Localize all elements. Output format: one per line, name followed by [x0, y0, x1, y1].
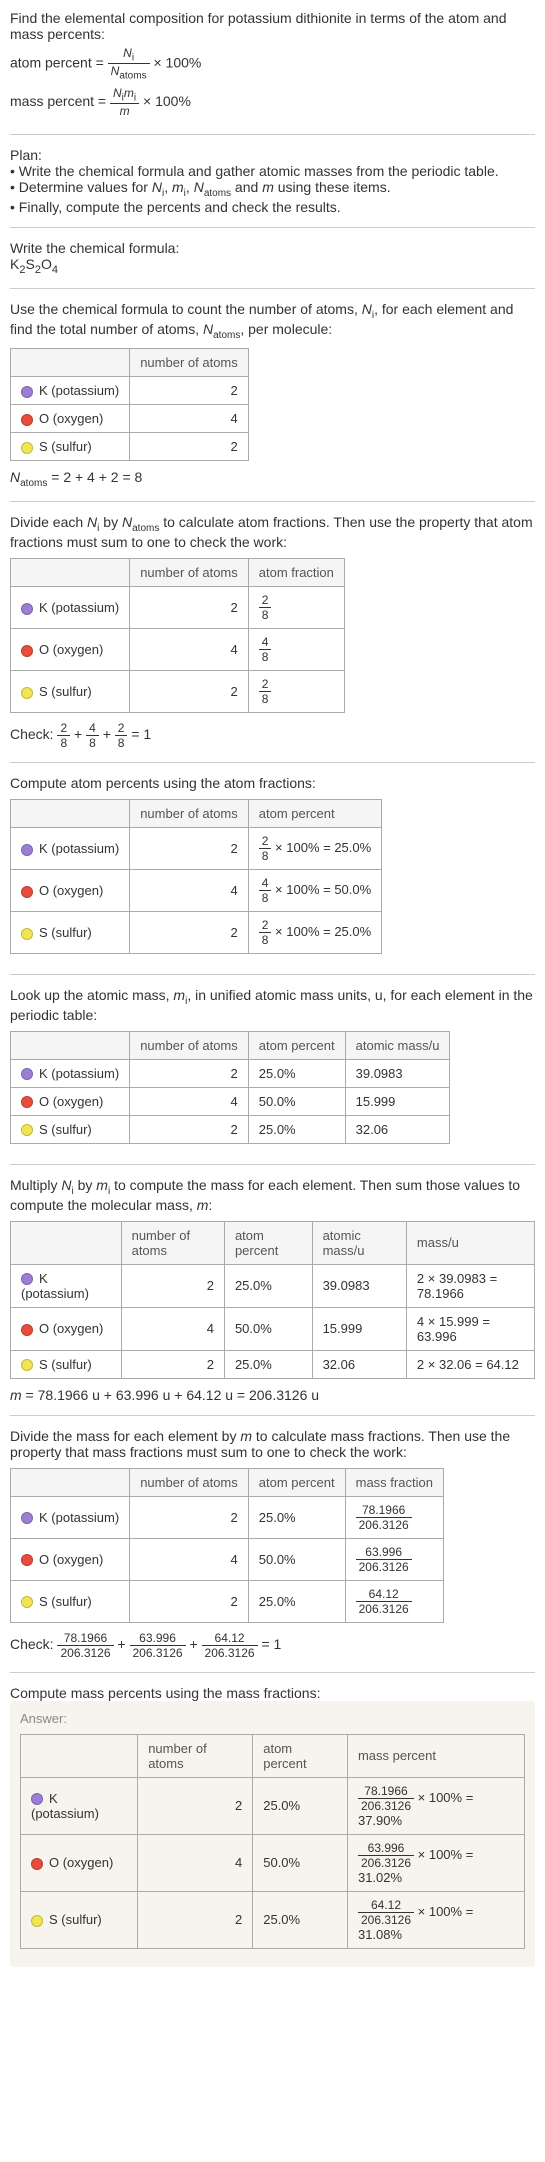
element-dot-icon	[21, 928, 33, 940]
table-row: O (oxygen)4	[11, 405, 249, 433]
element-dot-icon	[21, 1124, 33, 1136]
atom-pct-intro: Compute atom percents using the atom fra…	[10, 775, 535, 791]
table-row: K (potassium)225.0%78.1966206.3126 × 100…	[21, 1777, 525, 1834]
table-row: K (potassium)225.0%39.0983	[11, 1059, 450, 1087]
element-dot-icon	[21, 1273, 33, 1285]
element-dot-icon	[21, 414, 33, 426]
table-row: S (sulfur)225.0%64.12206.3126	[11, 1580, 444, 1622]
table-row: S (sulfur)228	[11, 670, 345, 712]
count-atoms-section: Use the chemical formula to count the nu…	[10, 301, 535, 502]
atom-frac-table: number of atomsatom fraction K (potassiu…	[10, 558, 345, 713]
mass-percent-formula: mass percent = Nimi m × 100%	[10, 86, 535, 118]
table-row: K (potassium)225.0%39.09832 × 39.0983 = …	[11, 1264, 535, 1307]
atom-percent-formula: atom percent = Ni Natoms × 100%	[10, 46, 535, 82]
element-dot-icon	[21, 1596, 33, 1608]
mass-pct-intro: Compute mass percents using the mass fra…	[10, 1685, 535, 1701]
table-row: K (potassium)228	[11, 586, 345, 628]
element-dot-icon	[21, 844, 33, 856]
chem-formula: K2S2O4	[10, 256, 535, 276]
natoms-sum: Natoms = 2 + 4 + 2 = 8	[10, 469, 535, 489]
count-table: number of atoms K (potassium)2 O (oxygen…	[10, 348, 249, 461]
element-dot-icon	[21, 1068, 33, 1080]
answer-box: Answer: number of atomsatom percentmass …	[10, 1701, 535, 1967]
table-row: O (oxygen)450.0%63.996206.3126 × 100% = …	[21, 1834, 525, 1891]
multiply-table: number of atomsatom percentatomic mass/u…	[10, 1221, 535, 1379]
table-row: O (oxygen)448	[11, 628, 345, 670]
table-row: S (sulfur)225.0%64.12206.3126 × 100% = 3…	[21, 1891, 525, 1948]
element-dot-icon	[21, 1324, 33, 1336]
element-dot-icon	[31, 1915, 43, 1927]
element-dot-icon	[21, 442, 33, 454]
element-dot-icon	[21, 886, 33, 898]
plan-bullet-3: • Finally, compute the percents and chec…	[10, 199, 535, 215]
atom-frac-check: Check: 28 + 48 + 28 = 1	[10, 721, 535, 750]
element-dot-icon	[31, 1793, 43, 1805]
element-dot-icon	[21, 1096, 33, 1108]
element-dot-icon	[21, 1554, 33, 1566]
table-row: S (sulfur)225.0%32.062 × 32.06 = 64.12	[11, 1350, 535, 1378]
plan-bullet-1: • Write the chemical formula and gather …	[10, 163, 535, 179]
mass-fractions-section: Divide the mass for each element by m to…	[10, 1428, 535, 1673]
atomic-mass-section: Look up the atomic mass, mi, in unified …	[10, 987, 535, 1165]
plan-heading: Plan:	[10, 147, 535, 163]
atom-pct-table: number of atomsatom percent K (potassium…	[10, 799, 382, 954]
element-dot-icon	[21, 1512, 33, 1524]
table-row: O (oxygen)450.0%15.9994 × 15.999 = 63.99…	[11, 1307, 535, 1350]
element-dot-icon	[21, 645, 33, 657]
element-dot-icon	[21, 1359, 33, 1371]
table-row: K (potassium)2	[11, 377, 249, 405]
element-dot-icon	[21, 603, 33, 615]
chem-formula-section: Write the chemical formula: K2S2O4	[10, 240, 535, 289]
element-dot-icon	[21, 687, 33, 699]
multiply-intro: Multiply Ni by mi to compute the mass fo…	[10, 1177, 535, 1213]
atom-frac-intro: Divide each Ni by Natoms to calculate at…	[10, 514, 535, 550]
table-row: O (oxygen)448 × 100% = 50.0%	[11, 869, 382, 911]
element-dot-icon	[21, 386, 33, 398]
table-row: K (potassium)225.0%78.1966206.3126	[11, 1496, 444, 1538]
plan-section: Plan: • Write the chemical formula and g…	[10, 147, 535, 228]
count-intro: Use the chemical formula to count the nu…	[10, 301, 535, 341]
chem-formula-heading: Write the chemical formula:	[10, 240, 535, 256]
atomic-mass-intro: Look up the atomic mass, mi, in unified …	[10, 987, 535, 1023]
answer-table: number of atomsatom percentmass percent …	[20, 1734, 525, 1949]
intro-section: Find the elemental composition for potas…	[10, 10, 535, 135]
mass-frac-table: number of atomsatom percentmass fraction…	[10, 1468, 444, 1623]
answer-label: Answer:	[20, 1711, 525, 1726]
table-row: O (oxygen)450.0%15.999	[11, 1087, 450, 1115]
table-row: O (oxygen)450.0%63.996206.3126	[11, 1538, 444, 1580]
table-row: K (potassium)228 × 100% = 25.0%	[11, 827, 382, 869]
mass-frac-intro: Divide the mass for each element by m to…	[10, 1428, 535, 1460]
table-row: S (sulfur)228 × 100% = 25.0%	[11, 911, 382, 953]
atomic-mass-table: number of atomsatom percentatomic mass/u…	[10, 1031, 450, 1144]
element-dot-icon	[31, 1858, 43, 1870]
atom-fractions-section: Divide each Ni by Natoms to calculate at…	[10, 514, 535, 763]
table-row: S (sulfur)225.0%32.06	[11, 1115, 450, 1143]
plan-bullet-2: • Determine values for Ni, mi, Natoms an…	[10, 179, 535, 199]
mass-percents-section: Compute mass percents using the mass fra…	[10, 1685, 535, 1967]
multiply-section: Multiply Ni by mi to compute the mass fo…	[10, 1177, 535, 1416]
atom-percents-section: Compute atom percents using the atom fra…	[10, 775, 535, 975]
table-row: S (sulfur)2	[11, 433, 249, 461]
molecular-mass-sum: m = 78.1966 u + 63.996 u + 64.12 u = 206…	[10, 1387, 535, 1403]
prompt-text: Find the elemental composition for potas…	[10, 10, 535, 42]
mass-frac-check: Check: 78.1966206.3126 + 63.996206.3126 …	[10, 1631, 535, 1660]
